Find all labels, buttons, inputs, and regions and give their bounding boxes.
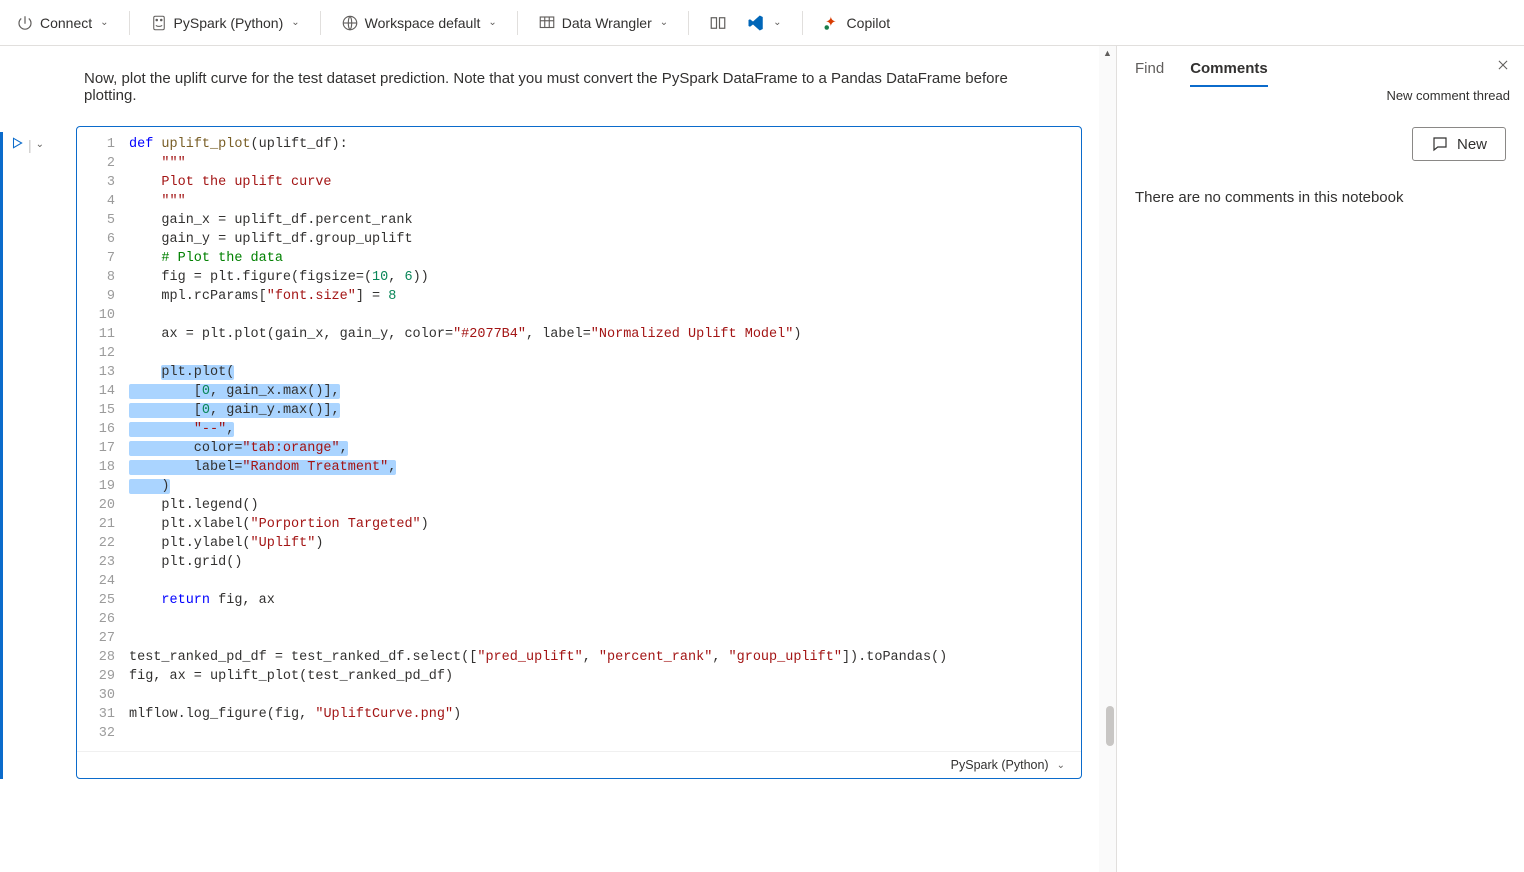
- line-number: 6: [77, 230, 115, 249]
- tab-find[interactable]: Find: [1135, 60, 1164, 85]
- chevron-down-icon: ⌄: [773, 17, 781, 28]
- line-number: 32: [77, 724, 115, 743]
- line-number: 13: [77, 363, 115, 382]
- markdown-content: Now, plot the uplift curve for the test …: [84, 70, 1008, 104]
- chevron-down-icon: ⌄: [100, 17, 108, 28]
- line-number: 9: [77, 287, 115, 306]
- close-icon: [1496, 58, 1510, 72]
- line-number: 27: [77, 629, 115, 648]
- line-number: 25: [77, 591, 115, 610]
- notebook-column: Now, plot the uplift curve for the test …: [0, 46, 1116, 872]
- chevron-down-icon: ⌄: [488, 17, 496, 28]
- editor-body: 1 2 3 4 5 6 7 8 9 10 11 12 13 14: [77, 127, 1081, 751]
- line-number: 29: [77, 667, 115, 686]
- code-content[interactable]: def uplift_plot(uplift_df): """ Plot the…: [129, 135, 1081, 743]
- kernel-selector[interactable]: PySpark (Python) ⌄: [142, 10, 308, 36]
- line-number: 22: [77, 534, 115, 553]
- connect-button[interactable]: Connect ⌄: [8, 10, 117, 36]
- kernel-label: PySpark (Python): [174, 15, 284, 31]
- data-wrangler-button[interactable]: Data Wrangler ⌄: [530, 10, 676, 36]
- line-number: 17: [77, 439, 115, 458]
- line-number: 7: [77, 249, 115, 268]
- play-icon: [10, 136, 24, 150]
- line-number: 14: [77, 382, 115, 401]
- code-cell: | ⌄ 1 2 3 4 5 6 7 8 9 10: [10, 126, 1082, 779]
- scroll-up-arrow[interactable]: ▲: [1103, 48, 1112, 58]
- code-editor[interactable]: 1 2 3 4 5 6 7 8 9 10 11 12 13 14: [76, 126, 1082, 779]
- line-number: 12: [77, 344, 115, 363]
- tab-comments[interactable]: Comments: [1190, 60, 1268, 87]
- chevron-down-icon: ⌄: [660, 17, 668, 28]
- cell-run-area: | ⌄: [10, 136, 66, 153]
- layout-toggle[interactable]: [701, 10, 735, 36]
- line-number: 21: [77, 515, 115, 534]
- line-number: 5: [77, 211, 115, 230]
- main-area: Now, plot the uplift curve for the test …: [0, 46, 1524, 872]
- line-number: 30: [77, 686, 115, 705]
- line-number: 15: [77, 401, 115, 420]
- line-number-gutter: 1 2 3 4 5 6 7 8 9 10 11 12 13 14: [77, 135, 129, 743]
- close-panel-button[interactable]: [1496, 58, 1510, 77]
- new-comment-button[interactable]: New: [1412, 127, 1506, 161]
- vscode-icon: [747, 14, 765, 32]
- line-number: 26: [77, 610, 115, 629]
- table-icon: [538, 14, 556, 32]
- line-number: 3: [77, 173, 115, 192]
- scroll-thumb[interactable]: [1106, 706, 1114, 746]
- toolbar-sep: [517, 11, 518, 35]
- workspace-selector[interactable]: Workspace default ⌄: [333, 10, 505, 36]
- power-icon: [16, 14, 34, 32]
- vscode-button[interactable]: ⌄: [739, 10, 789, 36]
- new-button-label: New: [1457, 136, 1487, 153]
- language-selector[interactable]: PySpark (Python) ⌄: [77, 751, 1081, 778]
- toolbar-sep: [320, 11, 321, 35]
- line-number: 28: [77, 648, 115, 667]
- comments-panel: Find Comments New comment thread New The…: [1116, 46, 1524, 872]
- chevron-down-icon: ⌄: [1057, 760, 1065, 771]
- line-number: 31: [77, 705, 115, 724]
- connect-label: Connect: [40, 15, 92, 31]
- line-number: 20: [77, 496, 115, 515]
- markdown-cell: Now, plot the uplift curve for the test …: [0, 46, 1116, 126]
- toolbar-sep: [129, 11, 130, 35]
- globe-icon: [341, 14, 359, 32]
- run-cell-button[interactable]: [10, 136, 24, 153]
- workspace-label: Workspace default: [365, 15, 481, 31]
- line-number: 2: [77, 154, 115, 173]
- line-number: 8: [77, 268, 115, 287]
- line-number: 11: [77, 325, 115, 344]
- copilot-button[interactable]: Copilot: [815, 10, 899, 36]
- vertical-scrollbar[interactable]: ▲: [1099, 46, 1116, 872]
- line-number: 24: [77, 572, 115, 591]
- copilot-label: Copilot: [847, 15, 891, 31]
- language-label: PySpark (Python): [951, 758, 1049, 772]
- line-number: 4: [77, 192, 115, 211]
- top-toolbar: Connect ⌄ PySpark (Python) ⌄ Workspace d…: [0, 0, 1524, 46]
- comment-icon: [1431, 135, 1449, 153]
- data-wrangler-label: Data Wrangler: [562, 15, 652, 31]
- line-number: 16: [77, 420, 115, 439]
- panel-tabs: Find Comments: [1135, 60, 1506, 87]
- line-number: 18: [77, 458, 115, 477]
- spark-icon: [150, 14, 168, 32]
- line-number: 19: [77, 477, 115, 496]
- run-gutter-sep: |: [28, 137, 32, 153]
- copilot-icon: [823, 14, 841, 32]
- run-options-button[interactable]: ⌄: [36, 139, 44, 150]
- chevron-down-icon: ⌄: [291, 17, 299, 28]
- empty-state-text: There are no comments in this notebook: [1135, 161, 1506, 206]
- layout-icon: [709, 14, 727, 32]
- line-number: 23: [77, 553, 115, 572]
- cell-indicator-bar: [0, 132, 3, 779]
- line-number: 10: [77, 306, 115, 325]
- tooltip-new-comment: New comment thread: [1382, 86, 1514, 105]
- toolbar-sep: [688, 11, 689, 35]
- line-number: 1: [77, 135, 115, 154]
- toolbar-sep: [802, 11, 803, 35]
